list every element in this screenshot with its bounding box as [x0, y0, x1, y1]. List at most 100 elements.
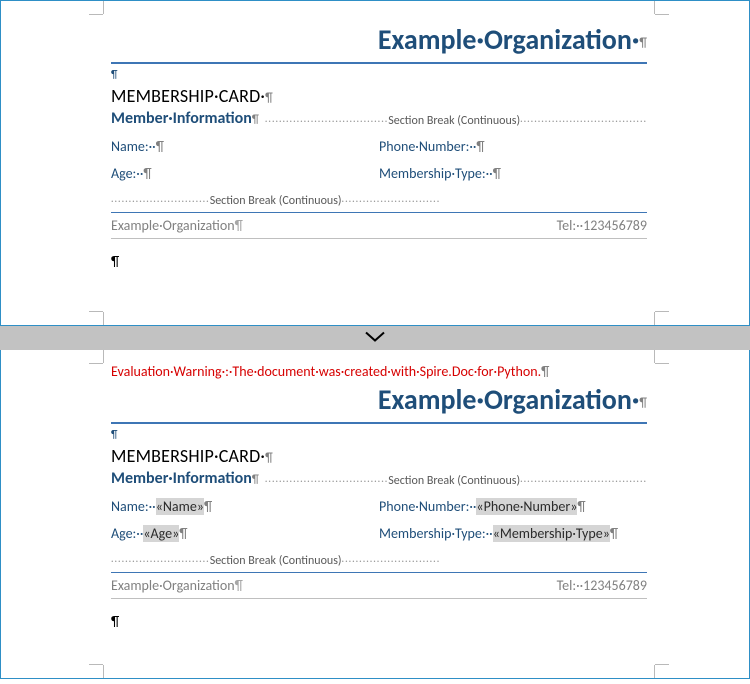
- page-content: Example·Organization·¶ ¶ MEMBERSHIP·CARD…: [111, 1, 647, 325]
- section-break-text: Section Break (Continuous): [210, 194, 342, 208]
- crop-mark: [654, 1, 655, 14]
- fields-right-column: Phone·Number:··¶ Membership·Type:··¶: [379, 138, 647, 192]
- org-title: Example·Organization·¶: [111, 385, 647, 416]
- section-break-text: Section Break (Continuous): [388, 114, 520, 128]
- merge-field-phone: «Phone·Number»: [476, 498, 577, 515]
- crop-mark: [654, 665, 655, 678]
- dots-icon: ···································: [265, 114, 388, 127]
- footer-underline: [111, 598, 647, 599]
- pilcrow-icon: ¶: [111, 613, 647, 630]
- crop-mark: [103, 1, 104, 14]
- fields-left-column: Name:··¶ Age:··¶: [111, 138, 379, 192]
- section-break-marker: ···································Secti…: [265, 114, 647, 128]
- org-title-text: Example·Organization·: [378, 382, 640, 417]
- crop-mark: [89, 664, 103, 665]
- pilcrow-icon: ¶: [252, 473, 259, 487]
- footer-row: Example·Organization¶ Tel:··123456789: [111, 217, 647, 234]
- merge-field-age: «Age»: [143, 525, 179, 542]
- section-heading: Member·Information¶: [111, 469, 259, 488]
- card-heading-text: MEMBERSHIP·CARD·: [111, 445, 265, 467]
- title-divider: [111, 422, 647, 424]
- pilcrow-icon: ¶: [143, 165, 151, 182]
- merge-field-name: «Name»: [156, 498, 204, 515]
- field-age-label: Age:··: [111, 525, 143, 542]
- field-age: Age:··«Age»¶: [111, 525, 379, 542]
- section-break-marker: ···································Secti…: [265, 474, 647, 488]
- pilcrow-icon: ¶: [235, 577, 243, 594]
- fields-two-column: Name:··¶ Age:··¶ Phone·Number:··¶ Member…: [111, 138, 647, 192]
- field-name: Name:··«Name»¶: [111, 498, 379, 515]
- pilcrow-icon: ¶: [265, 91, 273, 106]
- page-1: Example·Organization·¶ ¶ MEMBERSHIP·CARD…: [0, 0, 750, 326]
- crop-mark: [655, 363, 669, 364]
- footer-org-text: Example·Organization: [111, 217, 235, 234]
- footer-row: Example·Organization¶ Tel:··123456789: [111, 577, 647, 594]
- fields-left-column: Name:··«Name»¶ Age:··«Age»¶: [111, 498, 379, 552]
- page-content: Evaluation·Warning·:·The·document·was·cr…: [111, 350, 647, 678]
- footer-org-text: Example·Organization: [111, 577, 235, 594]
- card-heading-text: MEMBERSHIP·CARD·: [111, 85, 265, 107]
- section-break-text: Section Break (Continuous): [210, 554, 342, 568]
- section-break-marker: ····························Section Brea…: [111, 554, 647, 568]
- field-name: Name:··¶: [111, 138, 379, 155]
- pilcrow-icon: ¶: [577, 498, 585, 515]
- title-divider: [111, 62, 647, 64]
- field-phone: Phone·Number:··¶: [379, 138, 647, 155]
- crop-mark: [655, 14, 669, 15]
- pilcrow-icon: ¶: [111, 428, 647, 441]
- evaluation-warning: Evaluation·Warning·:·The·document·was·cr…: [111, 364, 647, 381]
- pilcrow-icon: ¶: [493, 165, 501, 182]
- fields-two-column: Name:··«Name»¶ Age:··«Age»¶ Phone·Number…: [111, 498, 647, 552]
- pilcrow-icon: ¶: [204, 498, 212, 515]
- card-heading: MEMBERSHIP·CARD·¶: [111, 85, 647, 107]
- crop-mark: [654, 350, 655, 363]
- dots-icon: ·····································: [520, 474, 647, 487]
- dots-icon: ···································: [265, 474, 388, 487]
- pilcrow-icon: ¶: [476, 138, 484, 155]
- pilcrow-icon: ¶: [252, 113, 259, 127]
- page-gap: [0, 326, 750, 350]
- section-break-marker: ····························Section Brea…: [111, 194, 647, 208]
- crop-mark: [654, 312, 655, 325]
- pilcrow-icon: ¶: [639, 36, 647, 51]
- card-heading: MEMBERSHIP·CARD·¶: [111, 445, 647, 467]
- pilcrow-icon: ¶: [111, 253, 647, 270]
- crop-mark: [89, 363, 103, 364]
- org-title-text: Example·Organization·: [378, 22, 640, 57]
- footer-tel: Tel:··123456789: [557, 577, 647, 594]
- footer-org: Example·Organization¶: [111, 577, 243, 594]
- crop-mark: [655, 664, 669, 665]
- dots-icon: ·····································: [520, 114, 647, 127]
- dots-icon: ····························: [342, 194, 647, 207]
- pilcrow-icon: ¶: [179, 525, 187, 542]
- dots-icon: ····························: [111, 554, 210, 567]
- field-age: Age:··¶: [111, 165, 379, 182]
- merge-field-mtype: «Membership·Type»: [493, 525, 610, 542]
- pilcrow-icon: ¶: [235, 217, 243, 234]
- field-mtype-label: Membership·Type:··: [379, 165, 493, 182]
- evaluation-warning-text: Evaluation·Warning·:·The·document·was·cr…: [111, 363, 541, 380]
- field-age-label: Age:··: [111, 165, 143, 182]
- footer-underline: [111, 238, 647, 239]
- crop-mark: [89, 14, 103, 15]
- section-heading: Member·Information¶: [111, 109, 259, 128]
- section-heading-row: Member·Information¶ ····················…: [111, 469, 647, 488]
- field-name-label: Name:··: [111, 498, 156, 515]
- field-mtype-label: Membership·Type:··: [379, 525, 493, 542]
- field-name-label: Name:··: [111, 138, 156, 155]
- field-phone-label: Phone·Number:··: [379, 498, 476, 515]
- field-phone: Phone·Number:··«Phone·Number»¶: [379, 498, 647, 515]
- page-2: Evaluation·Warning·:·The·document·was·cr…: [0, 350, 750, 679]
- crop-mark: [103, 312, 104, 325]
- pilcrow-icon: ¶: [610, 525, 618, 542]
- section-heading-text: Member·Information: [111, 109, 252, 128]
- footer-divider: [111, 572, 647, 573]
- crop-mark: [103, 350, 104, 363]
- pilcrow-icon: ¶: [265, 451, 273, 466]
- pilcrow-icon: ¶: [541, 363, 549, 380]
- dots-icon: ····························: [342, 554, 647, 567]
- fields-right-column: Phone·Number:··«Phone·Number»¶ Membershi…: [379, 498, 647, 552]
- pilcrow-icon: ¶: [111, 68, 647, 81]
- crop-mark: [89, 311, 103, 312]
- field-mtype: Membership·Type:··«Membership·Type»¶: [379, 525, 647, 542]
